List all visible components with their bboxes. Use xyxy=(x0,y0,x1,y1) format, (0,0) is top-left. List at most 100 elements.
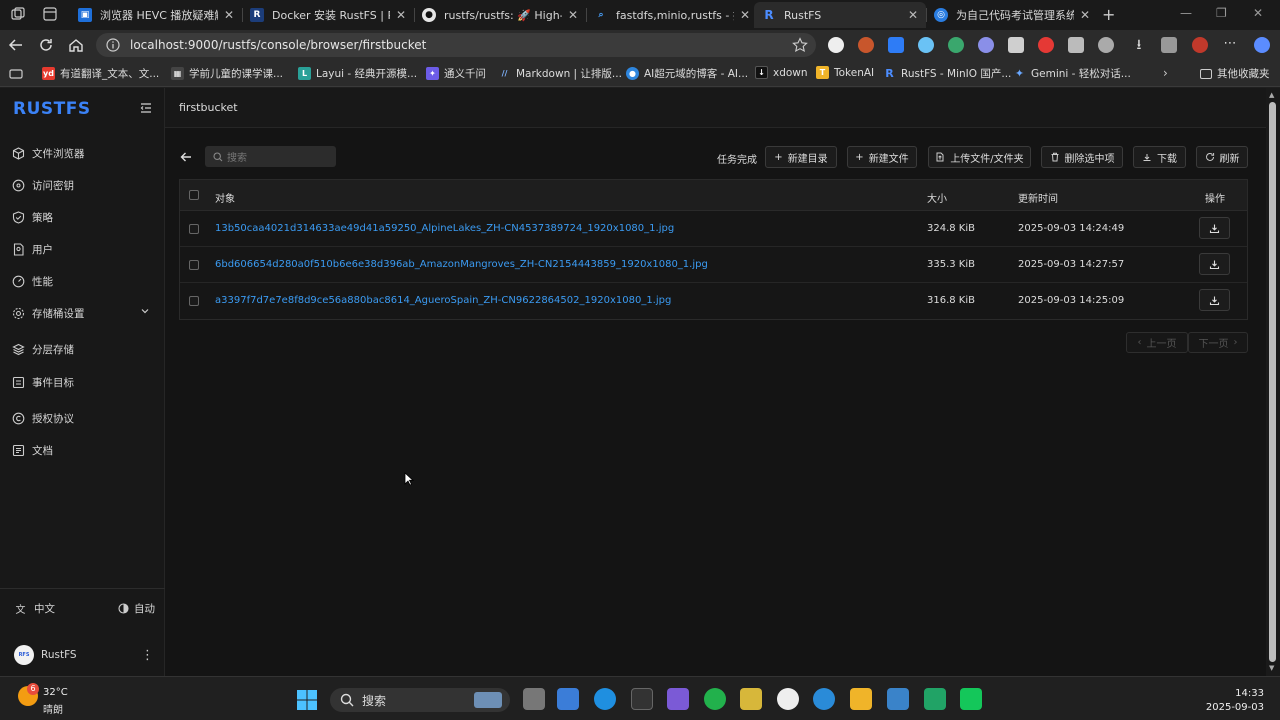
downloads-icon[interactable]: ⭳ xyxy=(1131,37,1147,53)
sidebar-item-policies[interactable]: 策略 xyxy=(12,210,53,225)
sidebar-item-bucket-settings[interactable]: 存储桶设置 xyxy=(12,306,149,321)
bookmark-rustfs[interactable]: R RustFS - MinIO 国产... xyxy=(883,66,1011,81)
row-checkbox[interactable] xyxy=(189,260,199,270)
table-row[interactable]: 6bd606654d280a0f510b6e6e38d396ab_AmazonM… xyxy=(180,247,1247,283)
column-updated[interactable]: 更新时间 xyxy=(1018,190,1058,205)
bookmark-xdown[interactable]: ↓ xdown xyxy=(755,66,808,79)
back-arrow-icon[interactable] xyxy=(8,37,24,53)
refresh-button[interactable]: 刷新 xyxy=(1196,146,1248,168)
new-folder-button[interactable]: + 新建目录 xyxy=(765,146,837,168)
chevron-right-icon[interactable]: › xyxy=(1163,66,1168,80)
close-icon[interactable]: ✕ xyxy=(224,8,234,22)
tab-docker-rustfs[interactable]: R Docker 安装 RustFS | RustF ✕ xyxy=(242,2,414,28)
tab-exam-system[interactable]: ◎ 为自己代码考试管理系统 ✕ xyxy=(926,2,1098,28)
sidebar-item-file-browser[interactable]: 文件浏览器 xyxy=(12,146,85,161)
theme-switch[interactable]: 自动 xyxy=(118,601,155,616)
row-checkbox[interactable] xyxy=(189,296,199,306)
row-checkbox[interactable] xyxy=(189,224,199,234)
extension-icon[interactable] xyxy=(858,37,874,53)
bookmark-markdown[interactable]: //Markdown | 让排版... xyxy=(498,66,622,81)
chevron-down-icon[interactable] xyxy=(140,306,150,316)
back-arrow-icon[interactable] xyxy=(179,150,193,164)
tab-search[interactable]: ⌕ fastdfs,minio,rustfs - 搜索 ✕ xyxy=(586,2,758,28)
bookmark-ai-blog[interactable]: ● AI超元域的博客 - AI... xyxy=(626,66,748,81)
sidebar-item-access-keys[interactable]: 访问密钥 xyxy=(12,178,74,193)
edge-icon[interactable] xyxy=(594,688,616,710)
reload-icon[interactable] xyxy=(38,37,54,53)
bookmark-course[interactable]: ▦ 学前儿童的课学课... xyxy=(171,66,283,81)
url-bar[interactable]: localhost:9000/rustfs/console/browser/fi… xyxy=(96,33,816,57)
language-switch[interactable]: 文 中文 xyxy=(14,601,56,616)
extension-icon[interactable] xyxy=(948,37,964,53)
app-icon[interactable] xyxy=(740,688,762,710)
table-row[interactable]: a3397f7d7e7e8f8d9ce56a880bac8614_AgueroS… xyxy=(180,283,1247,319)
scroll-down-icon[interactable]: ▼ xyxy=(1269,664,1274,672)
extensions-puzzle-icon[interactable] xyxy=(1098,37,1114,53)
upload-button[interactable]: 上传文件/文件夹 xyxy=(928,146,1031,168)
column-size[interactable]: 大小 xyxy=(927,190,947,205)
wechat-icon[interactable] xyxy=(704,688,726,710)
close-window-icon[interactable]: ✕ xyxy=(1253,6,1263,20)
visual-studio-icon[interactable] xyxy=(667,688,689,710)
delete-selected-button[interactable]: 删除选中项 xyxy=(1041,146,1123,168)
reading-list-icon[interactable] xyxy=(9,67,23,81)
favorite-star-icon[interactable] xyxy=(792,37,808,53)
bookmark-youdao[interactable]: yd 有道翻译_文本、文... xyxy=(42,66,159,81)
tab-rustfs[interactable]: R RustFS ✕ xyxy=(754,2,926,28)
photos-icon[interactable] xyxy=(887,688,909,710)
column-object[interactable]: 对象 xyxy=(215,190,235,205)
extension-icon[interactable] xyxy=(1008,37,1024,53)
next-page-button[interactable]: 下一页 › xyxy=(1188,332,1248,353)
extension-icon[interactable] xyxy=(1068,37,1084,53)
task-view-icon[interactable] xyxy=(523,688,545,710)
screenshot-icon[interactable] xyxy=(1161,37,1177,53)
user-menu[interactable]: RFS RustFS xyxy=(14,645,77,665)
weather-icon[interactable]: 6 xyxy=(18,683,39,706)
tab-hevc[interactable]: ▣ 浏览器 HEVC 播放疑难解答 ✕ xyxy=(70,2,242,28)
docker-icon[interactable] xyxy=(813,688,835,710)
chat-icon[interactable] xyxy=(960,688,982,710)
info-icon[interactable] xyxy=(106,38,120,52)
sidebar-item-license[interactable]: 授权协议 xyxy=(12,411,74,426)
terminal-icon[interactable] xyxy=(631,688,653,710)
table-row[interactable]: 13b50caa4021d314633ae49d41a59250_AlpineL… xyxy=(180,211,1247,247)
home-icon[interactable] xyxy=(68,37,84,53)
excel-icon[interactable] xyxy=(924,688,946,710)
collapse-sidebar-icon[interactable] xyxy=(139,101,153,115)
object-name-link[interactable]: 13b50caa4021d314633ae49d41a59250_AlpineL… xyxy=(215,223,674,234)
row-download-button[interactable] xyxy=(1199,253,1230,275)
close-icon[interactable]: ✕ xyxy=(740,8,750,22)
file-explorer-icon[interactable] xyxy=(850,688,872,710)
more-vertical-icon[interactable]: ⋮ xyxy=(141,648,154,663)
bookmark-tongyi[interactable]: ✦ 通义千问 xyxy=(426,66,486,81)
other-bookmarks[interactable]: 其他收藏夹 xyxy=(1200,66,1270,81)
scrollbar-thumb[interactable] xyxy=(1269,102,1276,662)
extension-icon[interactable] xyxy=(828,37,844,53)
prev-page-button[interactable]: ‹ 上一页 xyxy=(1126,332,1188,353)
maximize-icon[interactable]: ❐ xyxy=(1216,6,1227,20)
sidebar-item-docs[interactable]: 文档 xyxy=(12,443,53,458)
tab-actions-icon[interactable] xyxy=(42,6,58,22)
row-download-button[interactable] xyxy=(1199,289,1230,311)
task-status[interactable]: 任务完成 xyxy=(717,151,757,166)
new-file-button[interactable]: + 新建文件 xyxy=(847,146,917,168)
search-input[interactable]: 搜索 xyxy=(205,146,336,167)
start-button[interactable] xyxy=(296,689,318,711)
bookmark-tokenai[interactable]: T TokenAI xyxy=(816,66,874,79)
new-tab-button[interactable]: + xyxy=(1102,5,1115,24)
close-icon[interactable]: ✕ xyxy=(908,8,918,22)
sidebar-item-tiering[interactable]: 分层存储 xyxy=(12,342,74,357)
extension-icon[interactable] xyxy=(1038,37,1054,53)
sidebar-item-performance[interactable]: 性能 xyxy=(12,274,53,289)
page-scrollbar[interactable]: ▲ ▼ xyxy=(1266,88,1280,676)
bookmark-gemini[interactable]: ✦ Gemini - 轻松对话... xyxy=(1013,66,1131,81)
extension-icon[interactable] xyxy=(888,37,904,53)
extension-icon[interactable] xyxy=(918,37,934,53)
profile-avatar-icon[interactable] xyxy=(1192,37,1208,53)
system-clock[interactable]: 14:33 2025-09-03 xyxy=(1206,687,1264,715)
qq-icon[interactable] xyxy=(777,688,799,710)
minimize-icon[interactable]: — xyxy=(1180,6,1192,20)
row-download-button[interactable] xyxy=(1199,217,1230,239)
close-icon[interactable]: ✕ xyxy=(396,8,406,22)
close-icon[interactable]: ✕ xyxy=(568,8,578,22)
